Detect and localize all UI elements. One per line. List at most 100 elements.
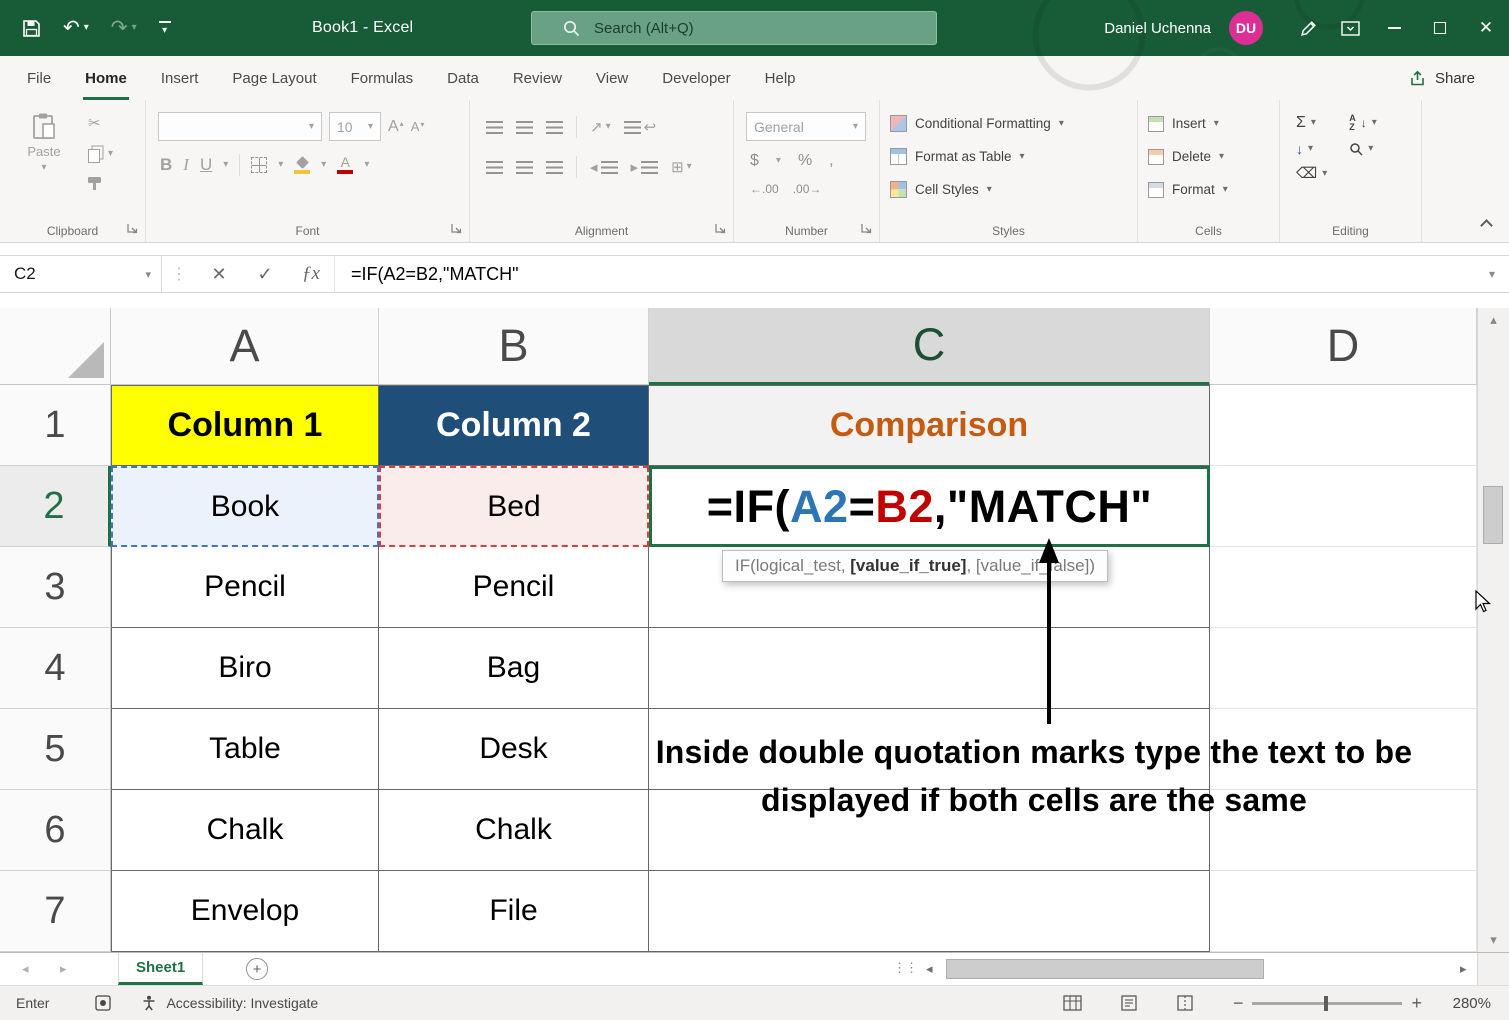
tab-help[interactable]: Help bbox=[748, 56, 813, 100]
tab-page-layout[interactable]: Page Layout bbox=[215, 56, 333, 100]
column-header-a[interactable]: A bbox=[111, 308, 379, 385]
cell-d4[interactable] bbox=[1210, 628, 1477, 709]
number-dialog-launcher[interactable] bbox=[860, 222, 873, 235]
formula-input[interactable]: =IF(A2=B2,"MATCH" bbox=[334, 256, 1475, 292]
fill-color-button[interactable] bbox=[294, 156, 310, 174]
cell-a5[interactable]: Table bbox=[111, 709, 379, 790]
ink-pen-button[interactable] bbox=[1287, 19, 1329, 38]
row-header-7[interactable]: 7 bbox=[0, 871, 111, 952]
tab-view[interactable]: View bbox=[579, 56, 645, 100]
underline-chevron-icon[interactable]: ▾ bbox=[223, 160, 228, 170]
row-header-6[interactable]: 6 bbox=[0, 790, 111, 871]
sheet-nav-right-icon[interactable]: ▸ bbox=[60, 953, 67, 985]
row-header-3[interactable]: 3 bbox=[0, 547, 111, 628]
insert-function-button[interactable]: ƒx bbox=[288, 263, 334, 285]
alignment-dialog-launcher[interactable] bbox=[714, 222, 727, 235]
cell-d2[interactable] bbox=[1210, 466, 1477, 547]
customize-quick-access-button[interactable]: ▾ bbox=[159, 21, 171, 36]
page-break-view-button[interactable] bbox=[1176, 995, 1194, 1011]
orientation-button[interactable]: ↗▾ bbox=[590, 120, 611, 135]
tab-formulas[interactable]: Formulas bbox=[334, 56, 431, 100]
comma-style-button[interactable]: , bbox=[829, 152, 833, 170]
cell-b2[interactable]: Bed bbox=[379, 466, 649, 547]
align-center-icon[interactable] bbox=[516, 161, 533, 174]
cell-c2-active-formula[interactable]: =IF(A2=B2,"MATCH" bbox=[649, 466, 1210, 547]
cancel-button[interactable]: ✕ bbox=[196, 264, 242, 285]
enter-button[interactable]: ✓ bbox=[242, 264, 288, 285]
find-select-button[interactable]: ▾ bbox=[1349, 142, 1377, 156]
cell-c7[interactable] bbox=[649, 871, 1210, 952]
redo-button[interactable]: ↷▾ bbox=[111, 18, 137, 38]
name-box-chevron-icon[interactable]: ▾ bbox=[145, 268, 151, 281]
user-name[interactable]: Daniel Uchenna bbox=[1104, 20, 1211, 37]
cell-d1[interactable] bbox=[1210, 385, 1477, 466]
cell-d7[interactable] bbox=[1210, 871, 1477, 952]
zoom-out-button[interactable]: − bbox=[1224, 994, 1253, 1012]
tab-developer[interactable]: Developer bbox=[645, 56, 747, 100]
cell-b4[interactable]: Bag bbox=[379, 628, 649, 709]
sheet-nav-left-icon[interactable]: ◂ bbox=[22, 953, 29, 985]
zoom-in-button[interactable]: + bbox=[1402, 994, 1431, 1012]
clear-button[interactable]: ⌫▾ bbox=[1296, 166, 1327, 181]
fill-button[interactable]: ↓▾ bbox=[1296, 142, 1327, 156]
undo-button[interactable]: ↶▾ bbox=[63, 18, 89, 38]
paste-chevron-icon[interactable]: ▾ bbox=[41, 163, 46, 173]
merge-center-button[interactable]: ⊞▾ bbox=[671, 160, 692, 175]
maximize-button[interactable] bbox=[1417, 0, 1463, 56]
cell-a7[interactable]: Envelop bbox=[111, 871, 379, 952]
font-dialog-launcher[interactable] bbox=[450, 222, 463, 235]
cell-a1[interactable]: Column 1 bbox=[111, 385, 379, 466]
decrease-font-size-button[interactable]: A▾ bbox=[411, 120, 425, 133]
borders-icon[interactable] bbox=[251, 157, 267, 173]
sheet-tab-sheet1[interactable]: Sheet1 bbox=[118, 953, 203, 985]
copy-button[interactable]: ▾ bbox=[88, 145, 113, 163]
autosum-button[interactable]: Σ▾ bbox=[1296, 114, 1327, 132]
close-button[interactable]: ✕ bbox=[1463, 0, 1509, 56]
vertical-scrollbar[interactable]: ▴ ▾ bbox=[1477, 308, 1509, 952]
format-cells-button[interactable]: Format▾ bbox=[1148, 176, 1228, 203]
font-color-button[interactable]: A bbox=[337, 156, 353, 174]
page-layout-view-button[interactable] bbox=[1120, 995, 1138, 1011]
cell-c1[interactable]: Comparison bbox=[649, 385, 1210, 466]
zoom-level[interactable]: 280% bbox=[1437, 995, 1491, 1012]
increase-decimal-button[interactable]: ←.00 bbox=[750, 182, 779, 196]
undo-chevron-icon[interactable]: ▾ bbox=[84, 23, 89, 33]
delete-cells-button[interactable]: Delete▾ bbox=[1148, 143, 1228, 170]
cell-b1[interactable]: Column 2 bbox=[379, 385, 649, 466]
font-name-select[interactable]: ▾ bbox=[158, 112, 322, 141]
collapse-ribbon-button[interactable] bbox=[1480, 219, 1493, 232]
tab-review[interactable]: Review bbox=[496, 56, 579, 100]
cell-styles-button[interactable]: Cell Styles▾ bbox=[890, 176, 1064, 203]
increase-font-size-button[interactable]: A▴ bbox=[388, 119, 404, 135]
underline-button[interactable]: U bbox=[200, 155, 212, 175]
row-header-2[interactable]: 2 bbox=[0, 466, 111, 547]
tab-home[interactable]: Home bbox=[68, 56, 144, 100]
name-box[interactable]: C2 ▾ bbox=[0, 256, 162, 292]
row-header-5[interactable]: 5 bbox=[0, 709, 111, 790]
cell-c4[interactable] bbox=[649, 628, 1210, 709]
column-header-d[interactable]: D bbox=[1210, 308, 1477, 385]
select-all-corner[interactable] bbox=[0, 308, 111, 385]
normal-view-button[interactable] bbox=[1063, 995, 1082, 1011]
avatar[interactable]: DU bbox=[1229, 11, 1263, 45]
increase-indent-button[interactable]: ▸ bbox=[631, 160, 659, 175]
redo-chevron-icon[interactable]: ▾ bbox=[132, 23, 137, 33]
row-header-1[interactable]: 1 bbox=[0, 385, 111, 466]
horizontal-scrollbar-thumb[interactable] bbox=[946, 959, 1264, 979]
row-header-4[interactable]: 4 bbox=[0, 628, 111, 709]
tab-insert[interactable]: Insert bbox=[144, 56, 216, 100]
align-middle-icon[interactable] bbox=[516, 121, 533, 134]
align-left-icon[interactable] bbox=[486, 161, 503, 174]
font-size-select[interactable]: 10▾ bbox=[329, 112, 381, 141]
formula-bar-splitter[interactable]: ⋮ bbox=[162, 264, 196, 284]
cell-a2[interactable]: Book bbox=[111, 466, 379, 547]
search-input[interactable] bbox=[594, 20, 926, 37]
accounting-format-button[interactable]: $ bbox=[750, 152, 759, 170]
accessibility-status[interactable]: Accessibility: Investigate bbox=[141, 995, 318, 1011]
cell-a6[interactable]: Chalk bbox=[111, 790, 379, 871]
clipboard-dialog-launcher[interactable] bbox=[126, 222, 139, 235]
align-bottom-icon[interactable] bbox=[546, 121, 563, 134]
cell-b3[interactable]: Pencil bbox=[379, 547, 649, 628]
tab-scrollbar-splitter[interactable]: ⋮⋮ bbox=[893, 960, 917, 976]
cell-b7[interactable]: File bbox=[379, 871, 649, 952]
